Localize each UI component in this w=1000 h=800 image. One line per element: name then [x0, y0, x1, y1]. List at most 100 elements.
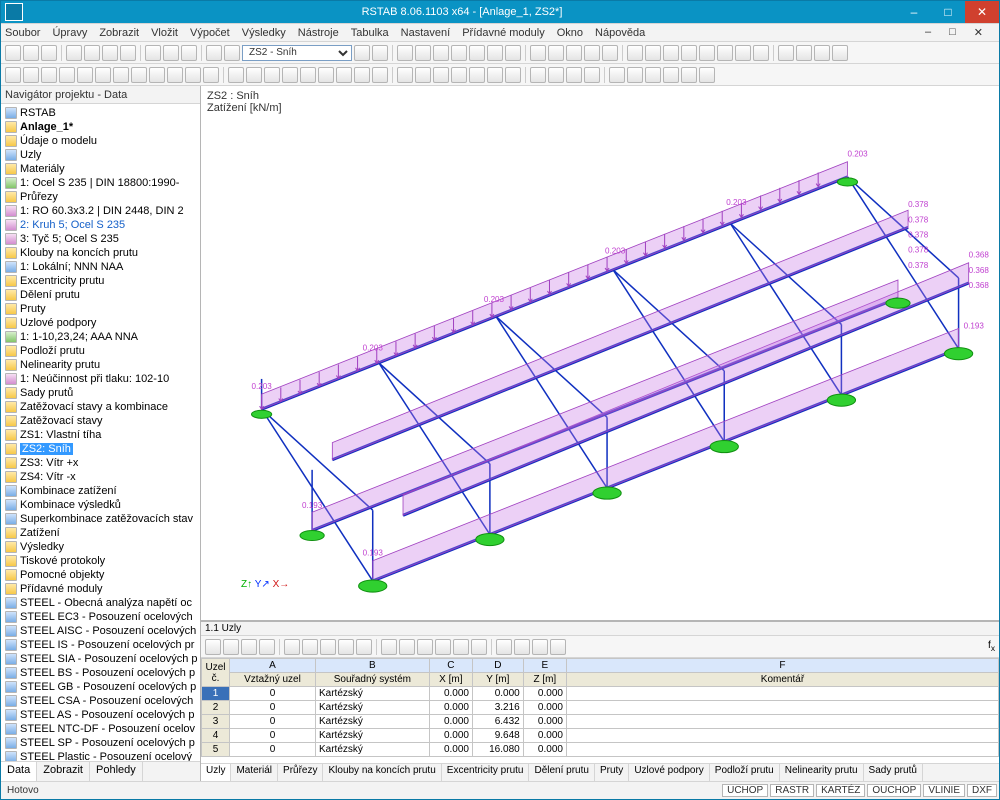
- toolbar-button[interactable]: [681, 67, 697, 83]
- toolbar-button[interactable]: [120, 45, 136, 61]
- toolbar-button[interactable]: [469, 67, 485, 83]
- toolbar-button[interactable]: [354, 45, 370, 61]
- toolbar-button[interactable]: [584, 67, 600, 83]
- table-tab[interactable]: Uzlové podpory: [629, 764, 709, 781]
- menu-item[interactable]: Okno: [557, 27, 583, 39]
- status-tag[interactable]: OUCHOP: [867, 784, 921, 797]
- tree-node[interactable]: Podloží prutu: [3, 344, 200, 358]
- table-tab[interactable]: Excentricity prutu: [442, 764, 530, 781]
- toolbar-button[interactable]: [602, 45, 618, 61]
- menu-item[interactable]: Vložit: [151, 27, 178, 39]
- table-tab[interactable]: Uzly: [201, 764, 231, 781]
- toolbar-button[interactable]: [149, 67, 165, 83]
- tree-node[interactable]: ZS4: Vítr -x: [3, 470, 200, 484]
- toolbar-button[interactable]: [487, 67, 503, 83]
- table-tab[interactable]: Sady prutů: [864, 764, 923, 781]
- project-tree[interactable]: RSTAB Anlage_1*Údaje o modeluUzlyMateriá…: [1, 104, 200, 761]
- tree-node[interactable]: ZS1: Vlastní tíha: [3, 428, 200, 442]
- menu-item[interactable]: Soubor: [5, 27, 40, 39]
- toolbar-button[interactable]: [23, 45, 39, 61]
- tree-node[interactable]: STEEL AISC - Posouzení ocelových: [3, 624, 200, 638]
- tree-node[interactable]: 2: Kruh 5; Ocel S 235: [3, 218, 200, 232]
- tree-node[interactable]: ZS2: Sníh: [3, 442, 200, 456]
- tree-node[interactable]: Uzly: [3, 148, 200, 162]
- toolbar-button[interactable]: [796, 45, 812, 61]
- tree-node[interactable]: STEEL Plastic - Posouzení ocelový: [3, 750, 200, 761]
- toolbar-button[interactable]: [41, 45, 57, 61]
- toolbar-button[interactable]: [113, 67, 129, 83]
- nav-tab-view[interactable]: Zobrazit: [37, 762, 90, 781]
- toolbar-button[interactable]: [433, 45, 449, 61]
- menu-item[interactable]: Nástroje: [298, 27, 339, 39]
- tree-node[interactable]: STEEL AS - Posouzení ocelových p: [3, 708, 200, 722]
- toolbar-button[interactable]: [145, 45, 161, 61]
- menu-item[interactable]: Přídavné moduly: [462, 27, 545, 39]
- toolbar-button[interactable]: [397, 67, 413, 83]
- toolbar-button[interactable]: [41, 67, 57, 83]
- toolbar-button[interactable]: [246, 67, 262, 83]
- toolbar-button[interactable]: [469, 45, 485, 61]
- tree-node[interactable]: Výsledky: [3, 540, 200, 554]
- toolbar-button[interactable]: [814, 45, 830, 61]
- menu-item[interactable]: Nastavení: [401, 27, 451, 39]
- toolbar-button[interactable]: [224, 45, 240, 61]
- toolbar-button[interactable]: [95, 67, 111, 83]
- toolbar-button[interactable]: [609, 67, 625, 83]
- toolbar-button[interactable]: [645, 67, 661, 83]
- tree-node[interactable]: STEEL NTC-DF - Posouzení ocelov: [3, 722, 200, 736]
- tree-model[interactable]: Anlage_1*: [3, 120, 200, 134]
- toolbar-button[interactable]: [397, 45, 413, 61]
- toolbar-button[interactable]: [77, 67, 93, 83]
- tree-node[interactable]: STEEL - Obecná analýza napětí oc: [3, 596, 200, 610]
- tree-node[interactable]: ZS3: Vítr +x: [3, 456, 200, 470]
- minimize-button[interactable]: –: [897, 1, 931, 23]
- nav-tab-data[interactable]: Data: [1, 762, 37, 781]
- toolbar-button[interactable]: [505, 45, 521, 61]
- mdi-max-icon[interactable]: □: [949, 26, 956, 39]
- nav-tab-views[interactable]: Pohledy: [90, 762, 143, 781]
- mdi-close-icon[interactable]: ✕: [974, 26, 983, 39]
- tree-node[interactable]: Nelinearity prutu: [3, 358, 200, 372]
- toolbar-button[interactable]: [548, 45, 564, 61]
- tree-node[interactable]: Kombinace výsledků: [3, 498, 200, 512]
- toolbar-button[interactable]: [185, 67, 201, 83]
- tree-node[interactable]: STEEL GB - Posouzení ocelových p: [3, 680, 200, 694]
- toolbar-button[interactable]: [530, 45, 546, 61]
- toolbar-button[interactable]: [415, 67, 431, 83]
- menu-item[interactable]: Tabulka: [351, 27, 389, 39]
- status-tag[interactable]: DXF: [967, 784, 997, 797]
- toolbar-button[interactable]: [753, 45, 769, 61]
- tree-node[interactable]: 1: Lokální; NNN NAA: [3, 260, 200, 274]
- menu-item[interactable]: Nápověda: [595, 27, 645, 39]
- toolbar-button[interactable]: [167, 67, 183, 83]
- tree-node[interactable]: 3: Tyč 5; Ocel S 235: [3, 232, 200, 246]
- toolbar-button[interactable]: [300, 67, 316, 83]
- toolbar-button[interactable]: [372, 45, 388, 61]
- toolbar-button[interactable]: [681, 45, 697, 61]
- toolbar-button[interactable]: [84, 45, 100, 61]
- toolbar-button[interactable]: [663, 45, 679, 61]
- tree-node[interactable]: 1: RO 60.3x3.2 | DIN 2448, DIN 2: [3, 204, 200, 218]
- toolbar-button[interactable]: [627, 67, 643, 83]
- toolbar-button[interactable]: [5, 67, 21, 83]
- toolbar-button[interactable]: [372, 67, 388, 83]
- tree-node[interactable]: Zatěžovací stavy a kombinace: [3, 400, 200, 414]
- toolbar-button[interactable]: [282, 67, 298, 83]
- tree-node[interactable]: STEEL EC3 - Posouzení ocelových: [3, 610, 200, 624]
- toolbar-button[interactable]: [5, 45, 21, 61]
- toolbar-button[interactable]: [584, 45, 600, 61]
- status-tag[interactable]: VLINIE: [923, 784, 965, 797]
- toolbar-button[interactable]: [451, 45, 467, 61]
- toolbar-button[interactable]: [487, 45, 503, 61]
- toolbar-button[interactable]: [228, 67, 244, 83]
- tree-node[interactable]: STEEL BS - Posouzení ocelových p: [3, 666, 200, 680]
- toolbar-button[interactable]: [23, 67, 39, 83]
- mdi-min-icon[interactable]: –: [925, 26, 931, 39]
- toolbar-button[interactable]: [627, 45, 643, 61]
- table-tab[interactable]: Pruty: [595, 764, 629, 781]
- tree-node[interactable]: Zatížení: [3, 526, 200, 540]
- toolbar-button[interactable]: [206, 45, 222, 61]
- tree-node[interactable]: Dělení prutu: [3, 288, 200, 302]
- tree-node[interactable]: STEEL CSA - Posouzení ocelových: [3, 694, 200, 708]
- tree-node[interactable]: Klouby na koncích prutu: [3, 246, 200, 260]
